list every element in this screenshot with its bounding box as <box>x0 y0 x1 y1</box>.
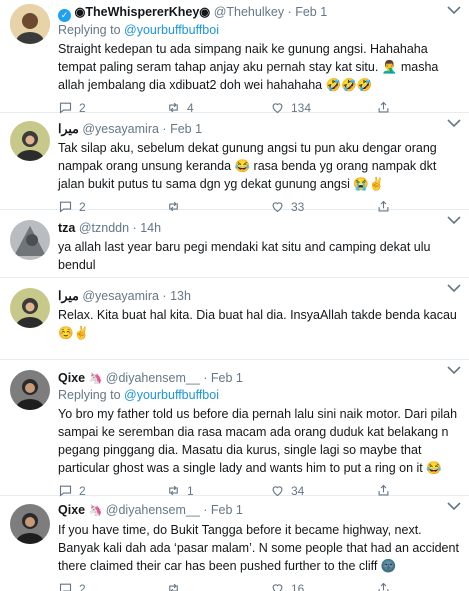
tweet-header: Qixe 🦄 @diyahensem__ · Feb 1 <box>58 371 243 385</box>
timestamp[interactable]: 13h <box>170 289 191 303</box>
tweet-header: ميرا @yesayamira · Feb 1 <box>58 122 203 136</box>
tweet-text: Tak silap aku, sebelum dekat gunung angs… <box>58 141 437 191</box>
user-handle[interactable]: @diyahensem__ <box>106 371 200 385</box>
user-handle[interactable]: @tznddn <box>79 221 129 235</box>
replying-to: Replying to @yourbuffbuffboi <box>58 388 219 402</box>
tweet[interactable]: tza @tznddn · 14h ya allah last year bar… <box>0 210 469 278</box>
avatar[interactable] <box>10 220 50 260</box>
tweet-header: tza @tznddn · 14h <box>58 221 162 235</box>
avatar[interactable] <box>10 370 50 410</box>
display-name[interactable]: tza <box>58 221 75 235</box>
timestamp[interactable]: Feb 1 <box>211 503 243 517</box>
tweet[interactable]: Qixe 🦄 @diyahensem__ · Feb 1 If you have… <box>0 496 469 591</box>
tweet-text: Yo bro my father told us before dia pern… <box>58 407 458 475</box>
display-name[interactable]: Qixe <box>58 503 85 517</box>
tweet-text: Relax. Kita buat hal kita. Dia buat hal … <box>58 308 457 340</box>
tweet-text: If you have time, do Bukit Tangga before… <box>58 523 459 573</box>
reply-icon <box>59 583 72 591</box>
avatar[interactable] <box>10 288 50 328</box>
tweet-text: Straight kedepan tu ada simpang naik ke … <box>58 42 439 92</box>
like-count: 16 <box>291 581 305 591</box>
tweet[interactable]: ✓ ◉TheWhispererKhey◉ @Thehulkey · Feb 1 … <box>0 0 469 115</box>
tweet-header: Qixe 🦄 @diyahensem__ · Feb 1 <box>58 503 243 517</box>
avatar[interactable] <box>10 504 50 544</box>
display-name[interactable]: Qixe <box>58 371 85 385</box>
reply-button[interactable]: 2 <box>58 581 86 591</box>
timestamp[interactable]: Feb 1 <box>170 122 202 136</box>
heart-icon <box>272 584 283 591</box>
timestamp[interactable]: Feb 1 <box>211 371 243 385</box>
retweet-button[interactable] <box>166 581 187 591</box>
verified-icon: ✓ <box>58 9 71 22</box>
tweet[interactable]: ميرا @yesayamira · 13h Relax. Kita buat … <box>0 278 469 360</box>
tweet[interactable]: Qixe 🦄 @diyahensem__ · Feb 1 Replying to… <box>0 360 469 498</box>
user-handle[interactable]: @Thehulkey <box>214 5 284 19</box>
timestamp[interactable]: Feb 1 <box>295 5 327 19</box>
reply-count: 2 <box>79 581 86 591</box>
tweet-text: ya allah last year baru pegi mendaki kat… <box>58 240 431 272</box>
tweet-header: ميرا @yesayamira · 13h <box>58 289 191 303</box>
avatar[interactable] <box>10 4 50 44</box>
user-handle[interactable]: @yesayamira <box>82 122 159 136</box>
reply-to-link[interactable]: @yourbuffbuffboi <box>124 23 219 37</box>
display-name[interactable]: ميرا <box>58 289 79 303</box>
share-button[interactable] <box>376 581 391 591</box>
tweet-header: ✓ ◉TheWhispererKhey◉ @Thehulkey · Feb 1 <box>58 4 463 22</box>
user-handle[interactable]: @yesayamira <box>82 289 159 303</box>
tweet-thread: ✓ ◉TheWhispererKhey◉ @Thehulkey · Feb 1 … <box>0 0 469 591</box>
display-name[interactable]: ميرا <box>58 122 79 136</box>
like-button[interactable]: 16 <box>270 581 304 591</box>
retweet-icon <box>169 583 178 591</box>
unicorn-icon: 🦄 <box>88 373 103 385</box>
avatar[interactable] <box>10 121 50 161</box>
tweet[interactable]: ميرا @yesayamira · Feb 1 Tak silap aku, … <box>0 113 469 214</box>
display-name[interactable]: ◉TheWhispererKhey◉ <box>74 5 210 19</box>
share-icon <box>378 582 389 591</box>
replying-to: Replying to @yourbuffbuffboi <box>58 23 219 37</box>
reply-to-link[interactable]: @yourbuffbuffboi <box>124 388 219 402</box>
tweet-actions: 2 16 <box>58 581 463 591</box>
unicorn-icon: 🦄 <box>88 505 103 517</box>
timestamp[interactable]: 14h <box>140 221 161 235</box>
user-handle[interactable]: @diyahensem__ <box>106 503 200 517</box>
